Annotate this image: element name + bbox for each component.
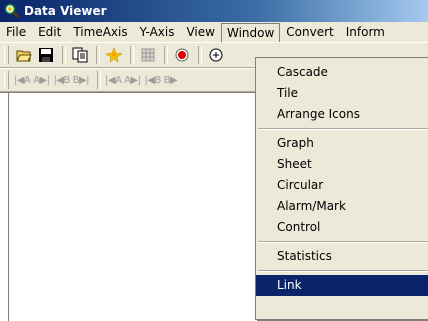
menu-item-link[interactable]: Link bbox=[256, 275, 428, 296]
mdi-border bbox=[8, 93, 9, 321]
toolbar-grip[interactable] bbox=[4, 71, 9, 89]
toolbar-separator bbox=[97, 71, 102, 89]
menu-separator bbox=[256, 238, 428, 246]
menu-file[interactable]: File bbox=[0, 23, 32, 41]
sparkle-icon[interactable] bbox=[104, 45, 124, 65]
menu-view[interactable]: View bbox=[180, 23, 220, 41]
menu-item-cascade[interactable]: Cascade bbox=[256, 62, 428, 83]
menu-window[interactable]: Window bbox=[220, 22, 281, 43]
toolbar-separator bbox=[96, 46, 100, 64]
copy-icon[interactable] bbox=[70, 45, 90, 65]
toolbar-separator bbox=[198, 46, 202, 64]
menu-bar: File Edit TimeAxis Y-Axis View Window Co… bbox=[0, 22, 428, 43]
menu-item-control[interactable]: Control bbox=[256, 217, 428, 238]
window-menu-dropdown: Cascade Tile Arrange Icons Graph Sheet C… bbox=[255, 57, 428, 320]
menu-separator bbox=[256, 267, 428, 275]
title-bar: Data Viewer bbox=[0, 0, 428, 22]
menu-item-sheet[interactable]: Sheet bbox=[256, 154, 428, 175]
save-disk-icon[interactable] bbox=[36, 45, 56, 65]
magnifier-app-icon bbox=[4, 3, 20, 19]
zoom-icon[interactable] bbox=[206, 45, 226, 65]
menu-item-statistics[interactable]: Statistics bbox=[256, 246, 428, 267]
menu-item-tile[interactable]: Tile bbox=[256, 83, 428, 104]
grid-icon[interactable] bbox=[138, 45, 158, 65]
menu-edit[interactable]: Edit bbox=[32, 23, 67, 41]
open-folder-icon[interactable] bbox=[14, 45, 34, 65]
nav-b-button[interactable]: |◀B B▶| bbox=[53, 75, 89, 86]
menu-item-circular[interactable]: Circular bbox=[256, 175, 428, 196]
nav-a-button[interactable]: |◀A A▶| bbox=[14, 75, 50, 86]
menu-convert[interactable]: Convert bbox=[280, 23, 339, 41]
nav-b-alt-button[interactable]: |◀B B▶ bbox=[145, 75, 178, 86]
menu-inform[interactable]: Inform bbox=[340, 23, 391, 41]
menu-y-axis[interactable]: Y-Axis bbox=[134, 23, 181, 41]
menu-item-graph[interactable]: Graph bbox=[256, 133, 428, 154]
menu-timeaxis[interactable]: TimeAxis bbox=[67, 23, 133, 41]
toolbar-grip[interactable] bbox=[4, 46, 9, 64]
toolbar-separator bbox=[130, 46, 134, 64]
record-icon[interactable] bbox=[172, 45, 192, 65]
menu-item-arrange-icons[interactable]: Arrange Icons bbox=[256, 104, 428, 125]
toolbar-separator bbox=[164, 46, 168, 64]
nav-a-alt-button[interactable]: |◀A A▶| bbox=[105, 75, 141, 86]
window-title: Data Viewer bbox=[24, 4, 107, 18]
menu-separator bbox=[256, 125, 428, 133]
menu-item-alarm-mark[interactable]: Alarm/Mark bbox=[256, 196, 428, 217]
toolbar-separator bbox=[62, 46, 66, 64]
